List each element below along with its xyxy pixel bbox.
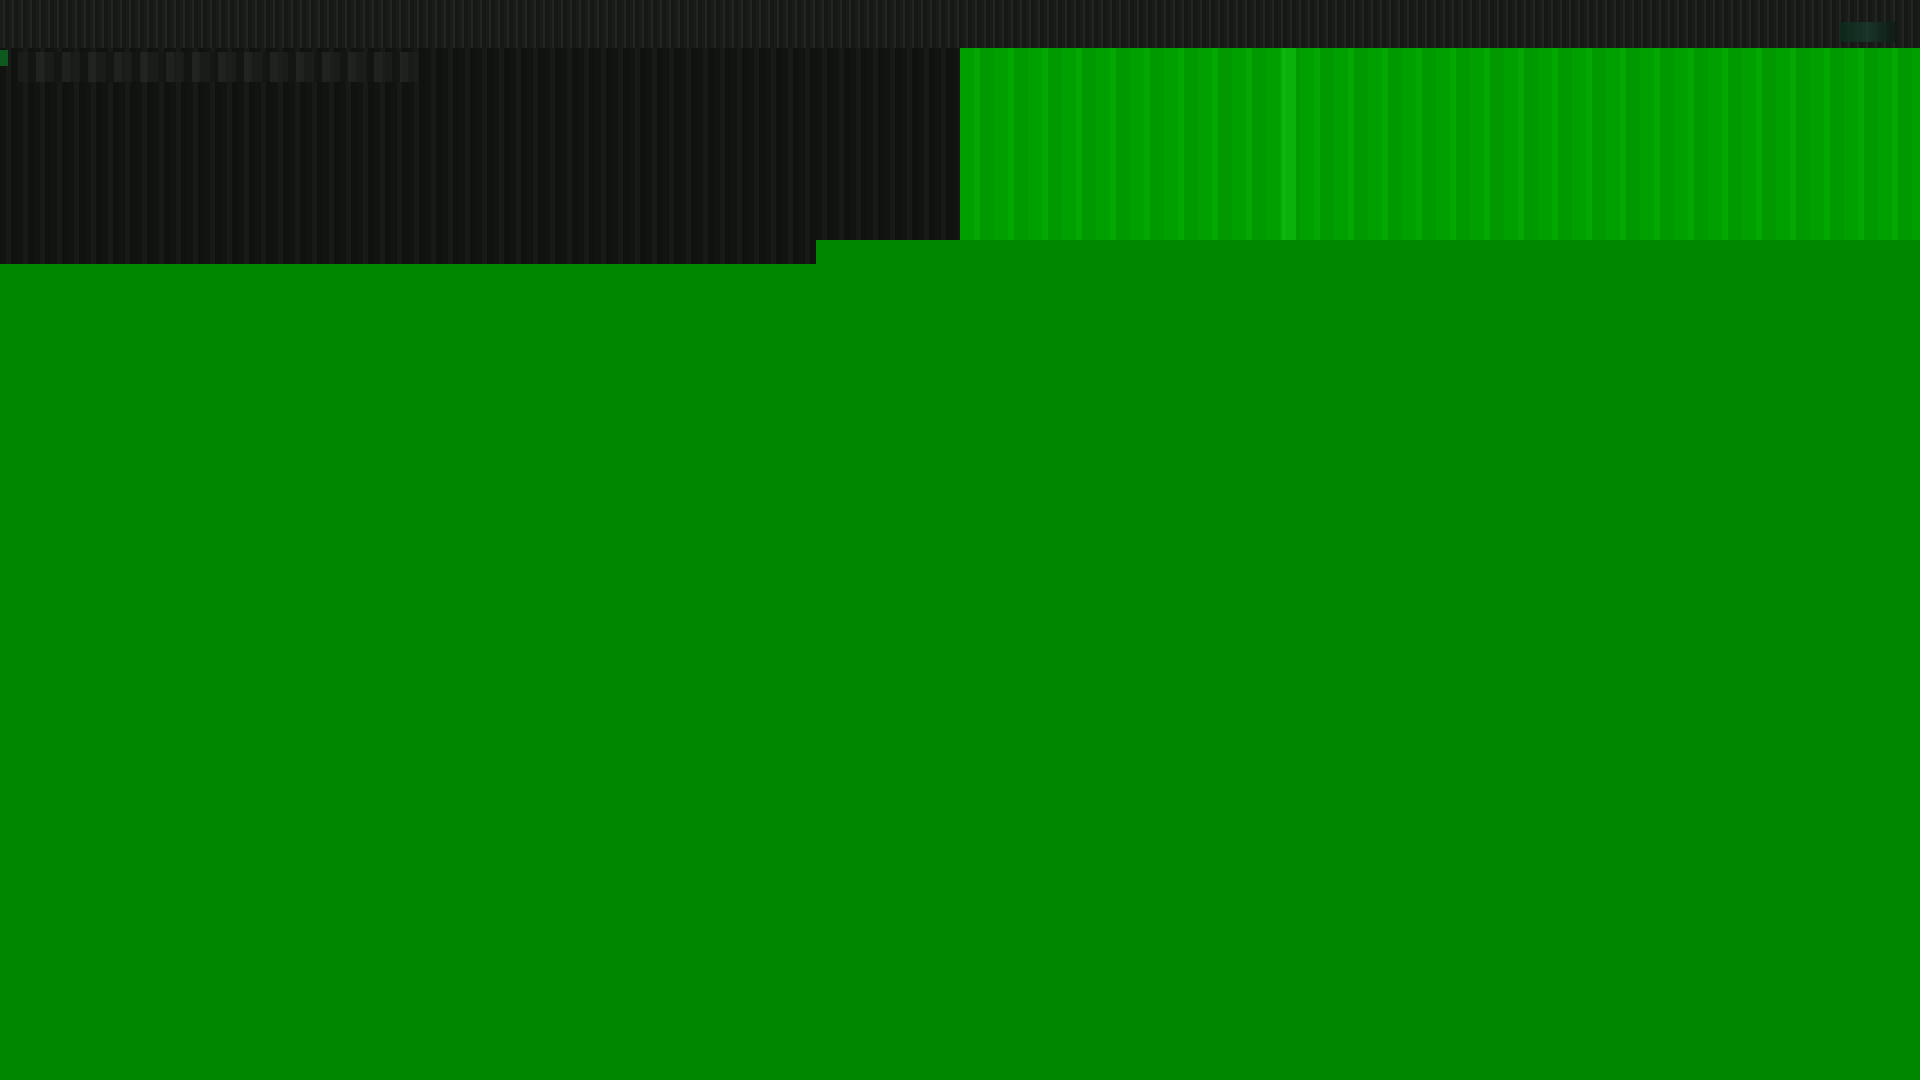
screen-root — [0, 0, 1920, 1080]
green-step-region — [816, 240, 1920, 264]
main-green-region — [0, 264, 1920, 1080]
illegible-title-area — [18, 52, 418, 82]
green-highlight-band — [1282, 48, 1296, 240]
tray-icon — [1840, 22, 1896, 42]
dark-header-panel — [0, 48, 960, 264]
status-indicator-icon — [0, 50, 8, 66]
top-bar — [0, 0, 1920, 48]
bright-green-panel — [960, 48, 1920, 240]
